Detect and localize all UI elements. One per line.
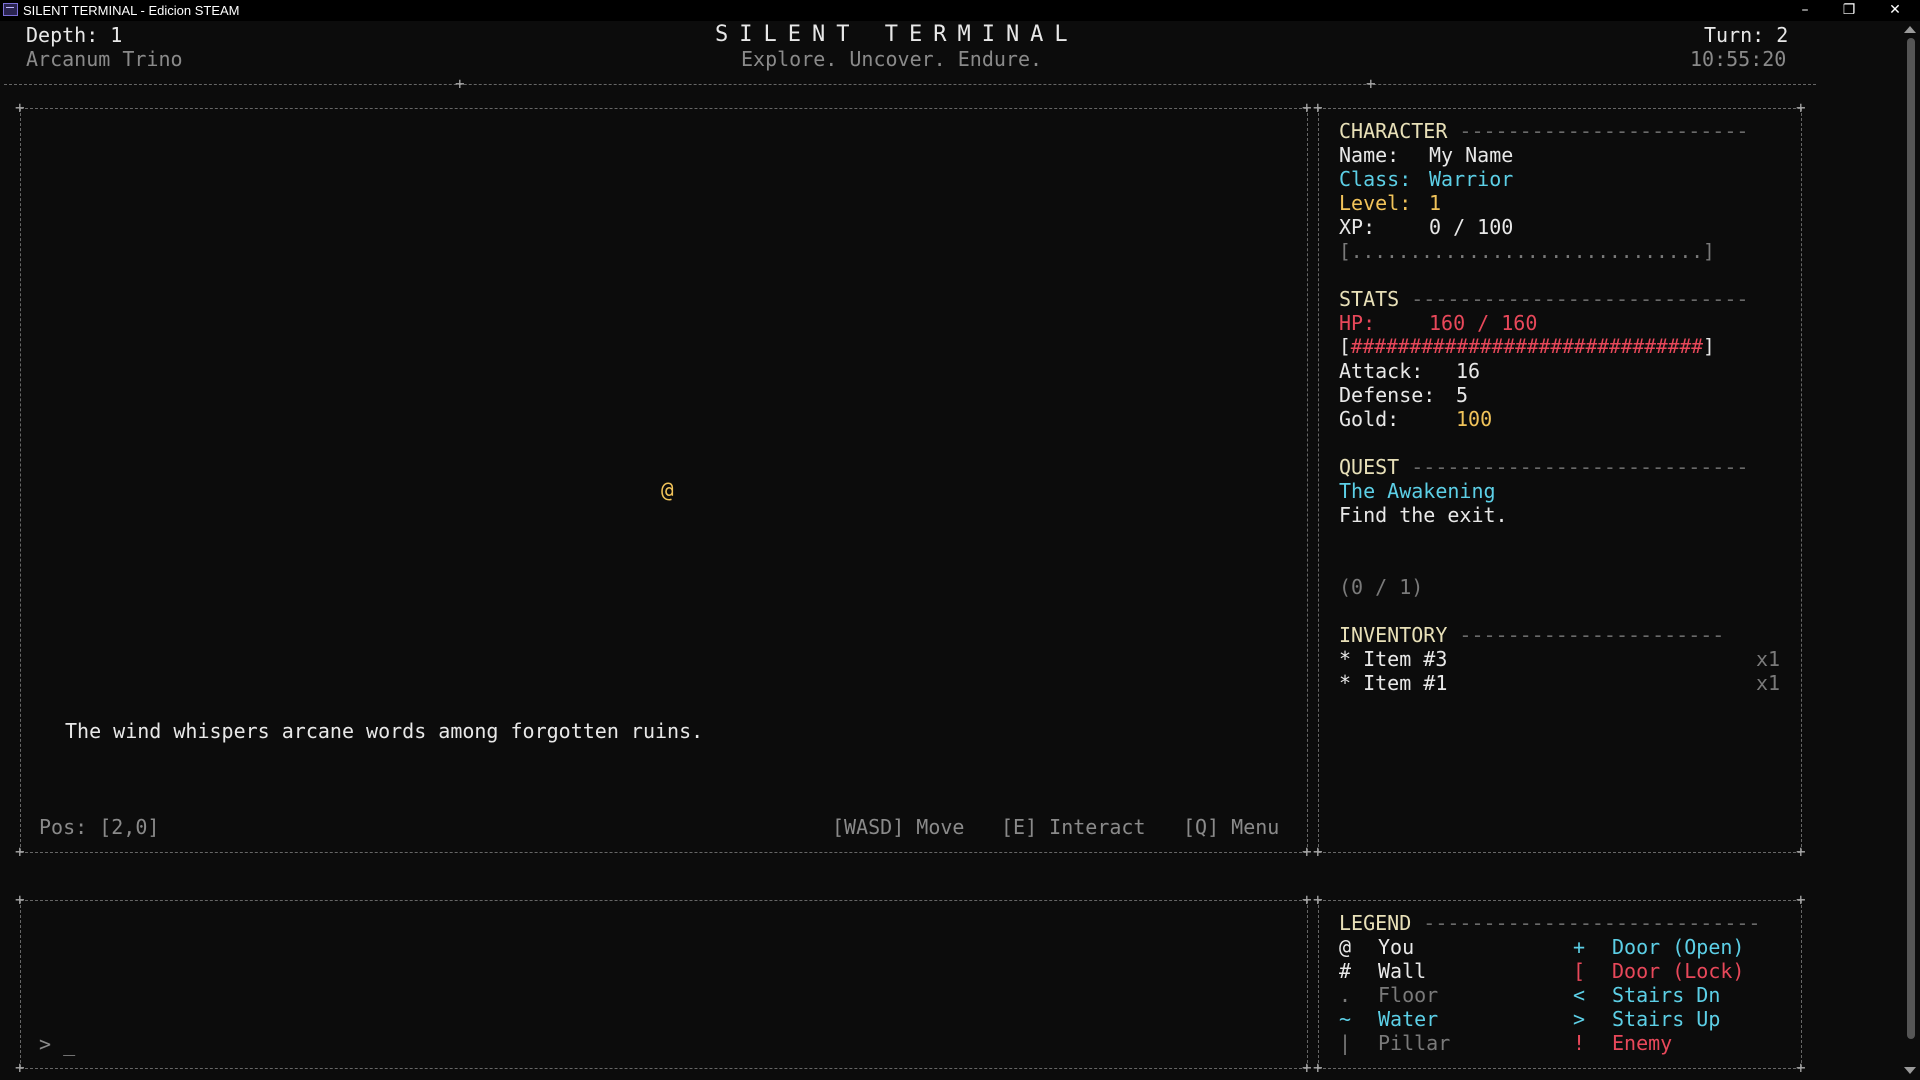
xp-label: XP:	[1339, 215, 1376, 239]
window-title: SILENT TERMINAL - Edicion STEAM	[23, 3, 240, 18]
legend-glyph-pillar: |	[1339, 1031, 1352, 1055]
inventory-header: INVENTORY ----------------------	[1339, 623, 1725, 647]
legend-label-you: You	[1378, 935, 1415, 959]
hp-label: HP:	[1339, 311, 1376, 335]
legend-glyph-stairs-down: <	[1573, 983, 1586, 1007]
defense-label: Defense:	[1339, 383, 1436, 407]
game-tagline: Explore. Uncover. Endure.	[741, 47, 1043, 71]
location-name: Arcanum Trino	[26, 47, 183, 71]
character-header: CHARACTER ------------------------	[1339, 119, 1749, 143]
character-level-label: Level:	[1339, 191, 1412, 215]
xp-value: 0 / 100	[1429, 215, 1514, 239]
control-hint-move[interactable]: [WASD] Move	[832, 815, 964, 839]
scroll-up-arrow-icon[interactable]	[1904, 26, 1916, 33]
character-class-label: Class:	[1339, 167, 1412, 191]
legend-glyph-floor: .	[1339, 983, 1352, 1007]
legend-label-door-open: Door (Open)	[1612, 935, 1745, 959]
legend-header: LEGEND ----------------------------	[1339, 911, 1761, 935]
turn-counter: Turn: 2	[1704, 23, 1789, 47]
window-titlebar[interactable]: SILENT TERMINAL - Edicion STEAM – ❐ ✕	[0, 0, 1920, 21]
clock: 10:55:20	[1690, 47, 1787, 71]
legend-label-wall: Wall	[1378, 959, 1427, 983]
depth-indicator: Depth: 1	[26, 23, 123, 47]
legend-glyph-water: ~	[1339, 1007, 1352, 1031]
attack-value: 16	[1456, 359, 1481, 383]
quest-title: The Awakening	[1339, 479, 1496, 503]
quest-description: Find the exit.	[1339, 503, 1508, 527]
inventory-item-qty: x1	[1756, 647, 1781, 671]
restore-button[interactable]: ❐	[1829, 0, 1869, 21]
divider-junction: +	[455, 74, 465, 93]
legend-label-stairs-down: Stairs Dn	[1612, 983, 1721, 1007]
gold-value: 100	[1456, 407, 1493, 431]
map-message: The wind whispers arcane words among for…	[65, 719, 704, 743]
character-name-label: Name:	[1339, 143, 1400, 167]
legend-glyph-stairs-up: >	[1573, 1007, 1586, 1031]
legend-label-stairs-up: Stairs Up	[1612, 1007, 1721, 1031]
player-glyph: @	[661, 478, 674, 502]
game-title: SILENT TERMINAL	[715, 22, 1079, 47]
quest-header: QUEST ----------------------------	[1339, 455, 1749, 479]
defense-value: 5	[1456, 383, 1469, 407]
command-prompt-input[interactable]: > _	[39, 1032, 75, 1056]
character-class: Warrior	[1429, 167, 1514, 191]
legend-label-enemy: Enemy	[1612, 1031, 1673, 1055]
hp-bar: [##############################]	[1339, 335, 1715, 358]
app-icon	[3, 3, 18, 16]
inventory-item-qty: x1	[1756, 671, 1781, 695]
control-hint-interact[interactable]: [E] Interact	[1001, 815, 1146, 839]
divider-junction: +	[1366, 74, 1376, 93]
legend-label-water: Water	[1378, 1007, 1439, 1031]
legend-glyph-door-lock: [	[1573, 959, 1586, 983]
legend-glyph-door-open: +	[1573, 935, 1586, 959]
character-name: My Name	[1429, 143, 1514, 167]
minimize-button[interactable]: –	[1785, 0, 1825, 21]
quest-progress: (0 / 1)	[1339, 575, 1424, 599]
legend-glyph-wall: #	[1339, 959, 1352, 983]
legend-label-door-lock: Door (Lock)	[1612, 959, 1745, 983]
scroll-down-arrow-icon[interactable]	[1904, 1067, 1916, 1074]
gold-label: Gold:	[1339, 407, 1400, 431]
hp-value: 160 / 160	[1429, 311, 1538, 335]
legend-glyph-enemy: !	[1573, 1031, 1586, 1055]
inventory-item[interactable]: * Item #1	[1339, 671, 1447, 695]
position-readout: Pos: [2,0]	[39, 815, 160, 839]
legend-label-floor: Floor	[1378, 983, 1439, 1007]
stats-header: STATS ----------------------------	[1339, 287, 1749, 311]
inventory-item[interactable]: * Item #3	[1339, 647, 1447, 671]
xp-bar: [..............................]	[1339, 240, 1715, 263]
legend-label-pillar: Pillar	[1378, 1031, 1451, 1055]
legend-glyph-you: @	[1339, 935, 1352, 959]
scrollbar-thumb[interactable]	[1907, 38, 1915, 1039]
close-button[interactable]: ✕	[1875, 0, 1915, 21]
attack-label: Attack:	[1339, 359, 1424, 383]
header-divider	[4, 84, 1816, 85]
character-level: 1	[1429, 191, 1442, 215]
control-hint-menu[interactable]: [Q] Menu	[1183, 815, 1279, 839]
